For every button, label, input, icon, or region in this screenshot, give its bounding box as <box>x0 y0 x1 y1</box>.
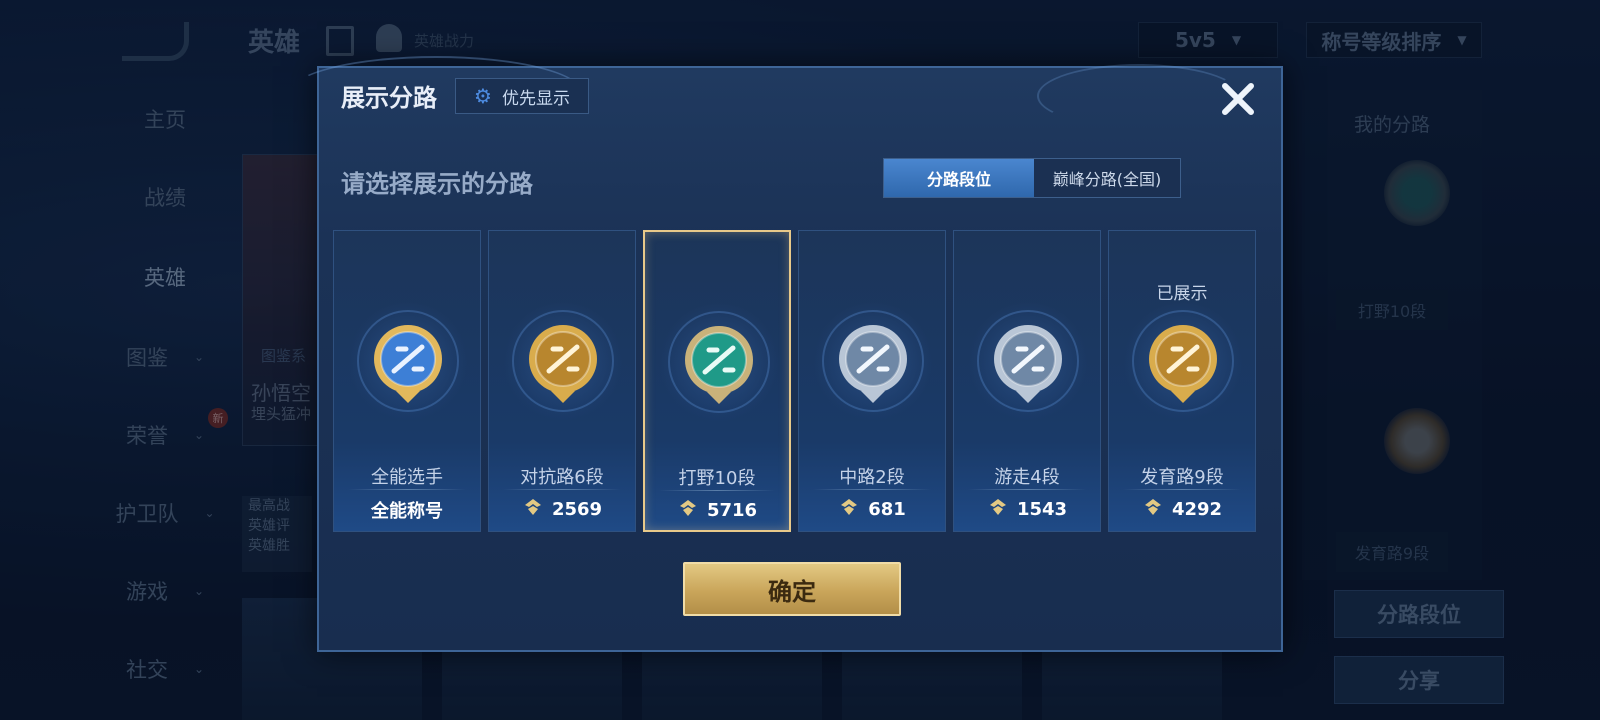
lane-card[interactable]: 全能选手 全能称号 <box>333 230 481 532</box>
lane-value: 2569 <box>489 497 635 522</box>
lane-value: 1543 <box>954 497 1100 522</box>
gear-icon: ⚙ <box>474 84 492 108</box>
lane-card-list: 全能选手 全能称号 对抗路6段 2569 打野10段 5716 中路2段 681 游走4段 154… <box>333 230 1269 532</box>
lane-value-text: 1543 <box>1016 499 1068 520</box>
lane-card[interactable]: 已展示 发育路9段 4292 <box>1108 230 1256 532</box>
lane-name: 发育路9段 <box>1140 467 1224 488</box>
close-icon <box>1222 83 1254 115</box>
divider <box>659 490 775 491</box>
divider <box>813 489 931 490</box>
lane-value-text: 5716 <box>706 500 758 521</box>
lane-value-text: 2569 <box>551 499 603 520</box>
lane-card[interactable]: 游走4段 1543 <box>953 230 1101 532</box>
close-button[interactable] <box>1215 76 1261 122</box>
power-fist-icon <box>677 498 699 523</box>
lane-tab-group: 分路段位 巅峰分路(全国) <box>883 158 1181 198</box>
lane-card[interactable]: 打野10段 5716 <box>643 230 791 532</box>
lane-emblem-icon <box>348 301 468 421</box>
divider <box>1123 489 1241 490</box>
lane-name: 打野10段 <box>678 468 756 489</box>
lane-name: 中路2段 <box>839 467 905 488</box>
lane-value: 4292 <box>1109 497 1255 522</box>
decorative-swirl <box>1037 64 1241 128</box>
divider <box>348 489 466 490</box>
priority-display-button[interactable]: ⚙ 优先显示 <box>455 78 589 114</box>
lane-emblem-icon <box>968 301 1088 421</box>
lane-emblem-icon <box>813 301 933 421</box>
power-fist-icon <box>838 497 860 522</box>
lane-value: 681 <box>799 497 945 522</box>
lane-name: 对抗路6段 <box>520 467 604 488</box>
lane-emblem-icon <box>503 301 623 421</box>
lane-value-text: 681 <box>868 499 906 520</box>
confirm-button[interactable]: 确定 <box>683 562 901 616</box>
tab-lane-rank[interactable]: 分路段位 <box>884 159 1034 197</box>
divider <box>968 489 1086 490</box>
lane-name: 游走4段 <box>994 467 1060 488</box>
lane-card[interactable]: 对抗路6段 2569 <box>488 230 636 532</box>
priority-display-label: 优先显示 <box>502 88 570 109</box>
dialog-subtitle: 请选择展示的分路 <box>341 170 533 198</box>
power-fist-icon <box>522 497 544 522</box>
lane-emblem-icon <box>1123 301 1243 421</box>
lane-value: 5716 <box>645 498 789 523</box>
lane-value: 全能称号 <box>334 497 480 523</box>
lane-value-text: 全能称号 <box>371 501 443 522</box>
lane-value-text: 4292 <box>1171 499 1223 520</box>
dialog-title: 展示分路 <box>341 84 437 112</box>
show-lane-dialog: 展示分路 ⚙ 优先显示 请选择展示的分路 分路段位 巅峰分路(全国) 全能选手全… <box>289 56 1283 652</box>
power-fist-icon <box>1142 497 1164 522</box>
lane-name: 全能选手 <box>371 467 443 488</box>
lane-card[interactable]: 中路2段 681 <box>798 230 946 532</box>
divider <box>503 489 621 490</box>
power-fist-icon <box>987 497 1009 522</box>
tab-peak-lane[interactable]: 巅峰分路(全国) <box>1034 159 1180 197</box>
lane-emblem-icon <box>659 302 779 422</box>
